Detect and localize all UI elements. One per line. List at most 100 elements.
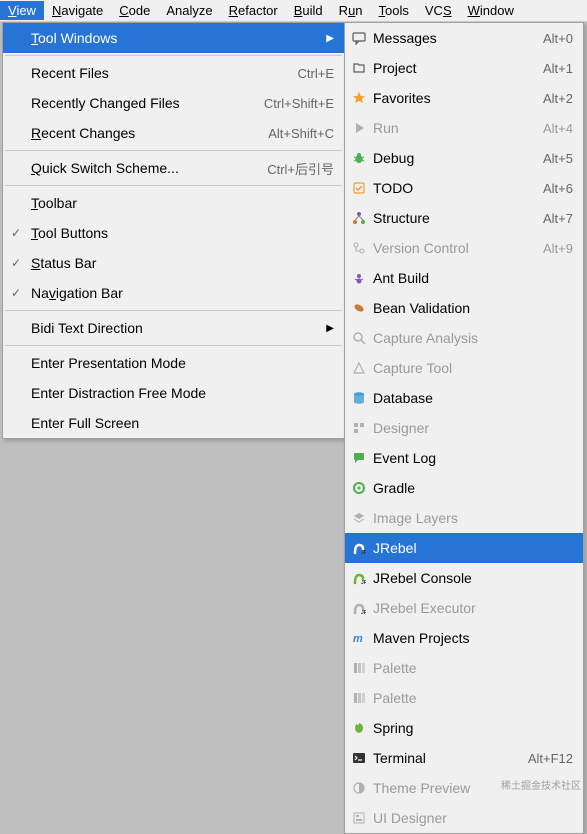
menu-item-label: Recent Changes — [31, 125, 248, 141]
check-icon: ✓ — [11, 226, 21, 240]
toolwin-todo[interactable]: TODO Alt+6 — [345, 173, 583, 203]
toolwin-palette: Palette — [345, 653, 583, 683]
menu-item-label: Tool Windows — [31, 30, 316, 46]
menubar-refactor[interactable]: Refactor — [221, 1, 286, 20]
shortcut: Ctrl+Shift+E — [264, 96, 334, 111]
shortcut: Alt+5 — [543, 151, 573, 166]
terminal-icon — [351, 750, 367, 766]
shortcut: Alt+6 — [543, 181, 573, 196]
toolwin-ant-build[interactable]: Ant Build — [345, 263, 583, 293]
menu-item-label: Theme Preview — [373, 780, 573, 796]
menu-item-label: Recently Changed Files — [31, 95, 244, 111]
separator — [5, 55, 342, 56]
toolwin-capture-tool: Capture Tool — [345, 353, 583, 383]
toolwin-project[interactable]: ProjectAlt+1 — [345, 53, 583, 83]
check-icon: ✓ — [11, 256, 21, 270]
toolwin-event-log[interactable]: Event Log — [345, 443, 583, 473]
search-icon — [351, 330, 367, 346]
menu-tool-buttons[interactable]: ✓Tool Buttons — [3, 218, 344, 248]
menubar-tools[interactable]: Tools — [371, 1, 417, 20]
menu-tool-windows[interactable]: Tool Windows ▶ — [3, 23, 344, 53]
shortcut: Alt+F12 — [528, 751, 573, 766]
menu-enter-full-screen[interactable]: Enter Full Screen — [3, 408, 344, 438]
toolwin-gradle[interactable]: Gradle — [345, 473, 583, 503]
toolwin-image-layers: Image Layers — [345, 503, 583, 533]
menu-item-label: Favorites — [373, 90, 523, 106]
menu-item-label: JRebel Console — [373, 570, 573, 586]
menu-item-label: Status Bar — [31, 255, 334, 271]
toolwin-messages[interactable]: MessagesAlt+0 — [345, 23, 583, 53]
toolwin-maven-projects[interactable]: m Maven Projects — [345, 623, 583, 653]
toolwin-bean-validation[interactable]: Bean Validation — [345, 293, 583, 323]
menu-enter-distraction-free-mode[interactable]: Enter Distraction Free Mode — [3, 378, 344, 408]
menu-item-label: Terminal — [373, 750, 508, 766]
separator — [5, 310, 342, 311]
menu-enter-presentation-mode[interactable]: Enter Presentation Mode — [3, 348, 344, 378]
menubar-build[interactable]: Build — [286, 1, 331, 20]
menubar-run[interactable]: Run — [331, 1, 371, 20]
menu-item-label: Run — [373, 120, 523, 136]
menu-recently-changed-files[interactable]: Recently Changed Files Ctrl+Shift+E — [3, 88, 344, 118]
menu-toolbar[interactable]: Toolbar — [3, 188, 344, 218]
todo-icon — [351, 180, 367, 196]
toolwin-favorites[interactable]: Favorites Alt+2 — [345, 83, 583, 113]
theme-icon — [351, 780, 367, 796]
menubar: ViewNavigateCodeAnalyzeRefactorBuildRunT… — [0, 0, 587, 22]
menu-item-label: Recent Files — [31, 65, 278, 81]
palette-icon — [351, 690, 367, 706]
menu-item-label: Enter Presentation Mode — [31, 355, 334, 371]
toolwin-designer: Designer — [345, 413, 583, 443]
menu-bidi-text-direction[interactable]: Bidi Text Direction▶ — [3, 313, 344, 343]
menu-status-bar[interactable]: ✓ Status Bar — [3, 248, 344, 278]
check-icon: ✓ — [11, 286, 21, 300]
svg-text:m: m — [353, 633, 363, 645]
toolwin-terminal[interactable]: Terminal Alt+F12 — [345, 743, 583, 773]
toolwin-spring[interactable]: Spring — [345, 713, 583, 743]
db-icon — [351, 390, 367, 406]
menu-item-label: Enter Full Screen — [31, 415, 334, 431]
shortcut: Alt+7 — [543, 211, 573, 226]
menu-item-label: UI Designer — [373, 810, 573, 826]
ant-icon — [351, 270, 367, 286]
menu-item-label: Structure — [373, 210, 523, 226]
designer-icon — [351, 420, 367, 436]
uidesigner-icon — [351, 810, 367, 826]
jrebel-icon: JR — [351, 600, 367, 616]
menu-navigation-bar[interactable]: ✓Navigation Bar — [3, 278, 344, 308]
toolwin-capture-analysis: Capture Analysis — [345, 323, 583, 353]
menu-item-label: TODO — [373, 180, 523, 196]
menu-recent-files[interactable]: Recent FilesCtrl+E — [3, 58, 344, 88]
menu-item-label: Messages — [373, 30, 523, 46]
separator — [5, 345, 342, 346]
shortcut: Alt+2 — [543, 91, 573, 106]
menubar-window[interactable]: Window — [460, 1, 522, 20]
toolwin-jrebel-executor: JR JRebel Executor — [345, 593, 583, 623]
menu-item-label: Capture Tool — [373, 360, 573, 376]
messages-icon — [351, 30, 367, 46]
menu-item-label: Gradle — [373, 480, 573, 496]
menubar-navigate[interactable]: Navigate — [44, 1, 111, 20]
toolwin-structure[interactable]: Structure Alt+7 — [345, 203, 583, 233]
jrebel-icon: JR — [351, 540, 367, 556]
toolwin-database[interactable]: Database — [345, 383, 583, 413]
menubar-view[interactable]: View — [0, 1, 44, 20]
menu-recent-changes[interactable]: Recent ChangesAlt+Shift+C — [3, 118, 344, 148]
menubar-vcs[interactable]: VCS — [417, 1, 460, 20]
menubar-code[interactable]: Code — [111, 1, 158, 20]
tool-windows-submenu: MessagesAlt+0ProjectAlt+1 Favorites Alt+2 R… — [344, 22, 584, 834]
toolwin-theme-preview: Theme Preview — [345, 773, 583, 803]
toolwin-ui-designer: UI Designer — [345, 803, 583, 833]
view-menu: Tool Windows▶Recent FilesCtrl+ERecently … — [2, 22, 345, 439]
menu-quick-switch-scheme-[interactable]: Quick Switch Scheme...Ctrl+后引号 — [3, 153, 344, 183]
toolwin-debug[interactable]: DebugAlt+5 — [345, 143, 583, 173]
menubar-analyze[interactable]: Analyze — [158, 1, 220, 20]
submenu-arrow-icon: ▶ — [326, 33, 334, 44]
toolwin-jrebel[interactable]: JRJRebel — [345, 533, 583, 563]
menu-item-label: Maven Projects — [373, 630, 573, 646]
menu-item-label: Image Layers — [373, 510, 573, 526]
menu-item-label: JRebel Executor — [373, 600, 573, 616]
submenu-arrow-icon: ▶ — [326, 323, 334, 334]
spring-icon — [351, 720, 367, 736]
separator — [5, 150, 342, 151]
toolwin-jrebel-console[interactable]: JRJRebel Console — [345, 563, 583, 593]
